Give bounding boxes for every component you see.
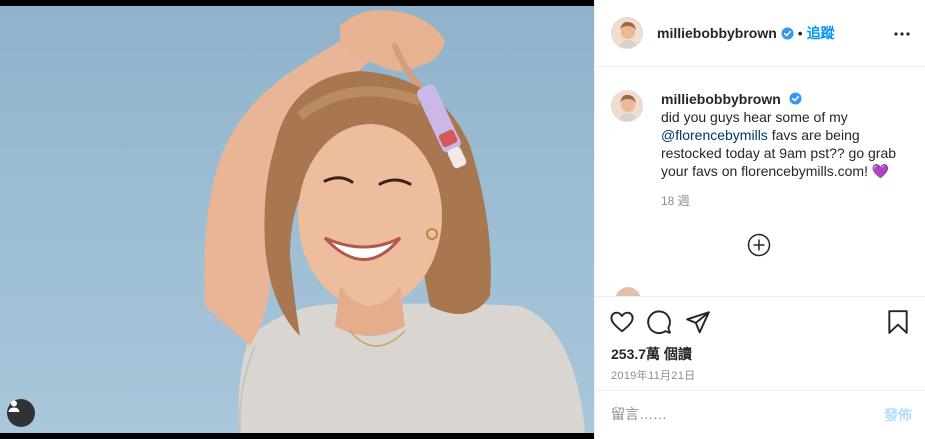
avatar-image	[612, 18, 642, 48]
comment-icon	[647, 310, 671, 334]
user-tag-button[interactable]	[7, 399, 35, 427]
comment-form: 發佈	[595, 390, 925, 439]
more-options-icon	[894, 32, 910, 36]
bookmark-icon	[888, 310, 908, 334]
follow-button[interactable]: 追蹤	[807, 23, 835, 43]
caption-comment: milliebobbybrown did you guys hear some …	[611, 90, 911, 209]
verified-badge-icon	[781, 26, 794, 40]
avatar-image	[612, 91, 642, 121]
share-icon	[686, 311, 710, 334]
portrait-illustration	[204, 10, 585, 433]
comment-input[interactable]	[611, 404, 861, 424]
mention-link[interactable]: @florencebymills	[661, 127, 768, 143]
instagram-post: milliebobbybrown • 追蹤 milliebobbybrown d…	[0, 0, 925, 439]
caption-text-start: did you guys hear some of my	[661, 109, 848, 125]
photo-content[interactable]	[0, 6, 594, 433]
post-photo	[0, 0, 594, 439]
caption-avatar[interactable]	[611, 90, 643, 122]
post-date[interactable]: 2019年11月21日	[611, 367, 695, 383]
like-button[interactable]	[609, 309, 637, 337]
next-comment-avatar[interactable]	[615, 287, 641, 296]
share-button[interactable]	[685, 309, 713, 337]
verified-badge-icon	[789, 92, 802, 105]
caption-username-row: milliebobbybrown	[661, 90, 901, 108]
more-options-button[interactable]	[890, 22, 914, 46]
caption-timestamp[interactable]: 18 週	[661, 192, 901, 209]
comment-button[interactable]	[646, 309, 674, 337]
header-username[interactable]: milliebobbybrown	[657, 25, 777, 41]
load-more-comments-icon	[747, 233, 771, 257]
heart-icon	[610, 311, 634, 333]
caption-text: did you guys hear some of my @florenceby…	[661, 108, 901, 180]
post-actions: 253.7萬 個讀 2019年11月21日 發佈	[595, 296, 925, 439]
action-icons-row	[609, 309, 914, 337]
user-tag-icon	[8, 400, 20, 412]
comments-section: milliebobbybrown did you guys hear some …	[595, 68, 925, 296]
save-button[interactable]	[885, 309, 913, 337]
header-separator: •	[797, 25, 803, 41]
avatar[interactable]	[611, 17, 643, 49]
purple-heart-emoji: 💜	[871, 163, 890, 179]
caption-body: milliebobbybrown did you guys hear some …	[661, 90, 901, 209]
view-count[interactable]: 253.7萬 個讀	[611, 344, 692, 364]
post-header: milliebobbybrown • 追蹤	[595, 0, 925, 67]
load-more-comments-button[interactable]	[747, 233, 771, 257]
caption-username[interactable]: milliebobbybrown	[661, 91, 781, 107]
post-comment-button[interactable]: 發佈	[884, 405, 912, 425]
post-side-panel: milliebobbybrown • 追蹤 milliebobbybrown d…	[594, 0, 925, 439]
